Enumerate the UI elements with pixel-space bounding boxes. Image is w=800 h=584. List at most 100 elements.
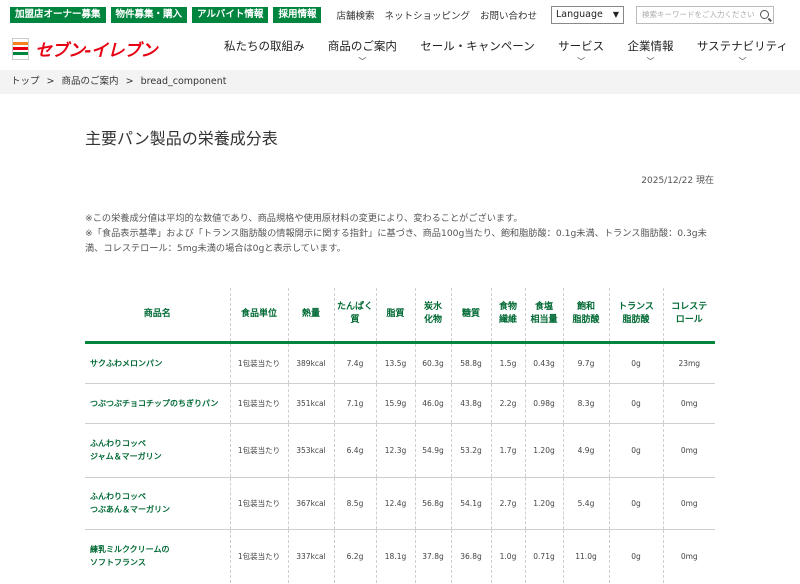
main-nav: 私たちの取組み 商品のご案内 ﹀ セール・キャンペーン サービス ﹀ 企業情報 …: [224, 38, 788, 66]
cell-cholesterol: 0mg: [663, 477, 715, 530]
chevron-down-icon: ﹀: [646, 57, 655, 66]
breadcrumb-current: bread_component: [140, 76, 227, 87]
cell-carbohydrate: 37.8g: [415, 529, 452, 583]
breadcrumb-separator: >: [125, 76, 134, 87]
cell-energy: 353kcal: [288, 423, 335, 478]
product-name-cell[interactable]: サクふわメロンパン: [85, 342, 231, 384]
cell-fiber: 1.5g: [491, 342, 526, 384]
nav-initiatives[interactable]: 私たちの取組み: [224, 38, 305, 66]
cell-salt: 0.98g: [525, 383, 564, 424]
cell-unit: 1包装当たり: [230, 342, 289, 384]
cell-fat: 13.5g: [376, 342, 416, 384]
franchise-owner-button[interactable]: 加盟店オーナー募集: [10, 7, 106, 23]
breadcrumb-top[interactable]: トップ: [11, 76, 40, 87]
cell-trans-fat: 0g: [609, 423, 664, 478]
breadcrumb-products[interactable]: 商品のご案内: [62, 76, 119, 87]
cell-carbohydrate: 60.3g: [415, 342, 452, 384]
header-energy: 熱量: [288, 288, 335, 344]
cell-unit: 1包装当たり: [230, 477, 289, 530]
header-fiber: 食物 繊維: [491, 288, 526, 344]
part-time-button[interactable]: アルバイト情報: [192, 7, 269, 23]
table-row: サクふわメロンパン 1包装当たり 389kcal 7.4g 13.5g 60.3g 58.8…: [85, 342, 715, 384]
cell-salt: 1.20g: [525, 423, 564, 478]
search-icon[interactable]: [760, 10, 769, 19]
cell-energy: 389kcal: [288, 342, 335, 384]
cell-carbohydrate: 54.9g: [415, 423, 452, 478]
cell-saturated-fat: 4.9g: [563, 423, 610, 478]
table-row: ふんわりコッペ つぶあん＆マーガリン 1包装当たり 367kcal 8.5g 12.4g 5…: [85, 477, 715, 530]
cell-protein: 8.5g: [334, 477, 377, 530]
nav-campaign[interactable]: セール・キャンペーン: [420, 38, 534, 66]
nav-label: サステナビリティ: [696, 39, 788, 53]
language-label: Language: [556, 9, 603, 20]
cell-saturated-fat: 8.3g: [563, 383, 610, 424]
table-row: ふんわりコッペ ジャム＆マーガリン 1包装当たり 353kcal 6.4g 12.3g 54…: [85, 423, 715, 478]
cell-unit: 1包装当たり: [230, 529, 289, 583]
page-title: 主要パン製品の栄養成分表: [85, 129, 278, 148]
search-input[interactable]: 検索キーワードをご入力ください: [636, 6, 774, 24]
header-carbohydrate: 炭水 化物: [415, 288, 452, 344]
cell-protein: 6.2g: [334, 529, 377, 583]
cell-energy: 337kcal: [288, 529, 335, 583]
cell-sugar: 58.8g: [451, 342, 492, 384]
as-of-date: 2025/12/22 現在: [641, 176, 714, 186]
chevron-down-icon: ▼: [612, 10, 619, 19]
nav-sustainability[interactable]: サステナビリティ ﹀: [697, 38, 788, 66]
chevron-down-icon: ﹀: [358, 57, 367, 66]
contact-link[interactable]: お問い合わせ: [480, 8, 537, 22]
note-average-values: ※この栄養成分値は平均的な数値であり、商品規格や使用原材料の変更により、変わるこ…: [85, 213, 523, 224]
nav-services[interactable]: サービス ﹀: [558, 38, 604, 66]
cell-protein: 7.4g: [334, 342, 377, 384]
site-logo[interactable]: セブン-イレブン: [12, 36, 158, 61]
product-name-cell[interactable]: ふんわりコッペ つぶあん＆マーガリン: [85, 477, 231, 530]
chevron-down-icon: ﹀: [577, 57, 586, 66]
product-name-cell[interactable]: ふんわりコッペ ジャム＆マーガリン: [85, 423, 231, 478]
cell-fiber: 2.2g: [491, 383, 526, 424]
cell-trans-fat: 0g: [609, 342, 664, 384]
breadcrumb: トップ > 商品のご案内 > bread_component: [0, 70, 800, 94]
cell-fiber: 2.7g: [491, 477, 526, 530]
nav-label: サービス: [558, 39, 605, 53]
cell-trans-fat: 0g: [609, 529, 664, 583]
cell-salt: 0.43g: [525, 342, 564, 384]
cell-saturated-fat: 11.0g: [563, 529, 610, 583]
cell-cholesterol: 0mg: [680, 551, 698, 561]
cell-sugar: 43.8g: [451, 383, 492, 424]
product-name-cell[interactable]: 練乳ミルククリームの ソフトフランス: [85, 529, 231, 583]
header-saturated-fat: 飽和 脂肪酸: [563, 288, 610, 344]
language-select[interactable]: Language ▼: [551, 6, 624, 24]
note-labeling-standard: ※「食品表示基準」および「トランス脂肪酸の情報開示に関する指針」に基づき、商品1…: [85, 228, 707, 254]
cell-fat: 12.4g: [376, 477, 416, 530]
search-placeholder: 検索キーワードをご入力ください: [642, 10, 755, 19]
cell-sugar: 36.8g: [451, 529, 492, 583]
header-unit: 食品単位: [230, 288, 289, 344]
recruit-button[interactable]: 採用情報: [273, 7, 322, 23]
utility-bar: 加盟店オーナー募集 物件募集・購入 アルバイト情報 採用情報 店舗検索 ネットシ…: [10, 6, 790, 24]
property-button[interactable]: 物件募集・購入: [110, 7, 188, 23]
nav-products[interactable]: 商品のご案内 ﹀: [328, 38, 397, 66]
nav-company[interactable]: 企業情報 ﹀: [628, 38, 674, 66]
cell-sugar: 54.1g: [451, 477, 492, 530]
cell-cholesterol: 0mg: [663, 383, 715, 424]
header-salt: 食塩 相当量: [525, 288, 564, 344]
cell-fat: 18.1g: [376, 529, 416, 583]
cell-saturated-fat: 9.7g: [563, 342, 610, 384]
header-product-name: 商品名: [85, 288, 231, 344]
cell-fat: 15.9g: [376, 383, 416, 424]
nav-spacer: [224, 56, 305, 66]
cell-sugar: 53.2g: [451, 423, 492, 478]
table-header-row: 商品名 食品単位 熱量 たんぱく質脂質 炭水 化物 糖質 食物 繊維 食塩 相当量 飽和 脂肪酸 トランス…: [85, 288, 715, 344]
cell-salt: 1.20g: [525, 477, 564, 530]
chevron-down-icon: ﹀: [738, 57, 747, 66]
store-search-link[interactable]: 店舗検索: [336, 8, 374, 22]
nav-label: 企業情報: [627, 39, 674, 53]
table-row: つぶつぶチョコチップのちぎりパン 1包装当たり 351kcal 7.1g 15.9g 46…: [85, 383, 715, 424]
cell-energy: 351kcal: [288, 383, 335, 424]
net-shopping-link[interactable]: ネットショッピング: [384, 8, 470, 22]
header-trans-fat: トランス 脂肪酸: [609, 288, 664, 344]
nutrition-table: 商品名 食品単位 熱量 たんぱく質脂質 炭水 化物 糖質 食物 繊維 食塩 相当量 飽和 脂肪酸 トランス…: [85, 288, 715, 583]
cell-saturated-fat: 5.4g: [563, 477, 610, 530]
cell-unit: 1包装当たり: [230, 423, 289, 478]
product-name-cell[interactable]: つぶつぶチョコチップのちぎりパン: [85, 383, 231, 424]
table-row: 練乳ミルククリームの ソフトフランス 1包装当たり 337kcal 6.2g 18.1g 3…: [85, 529, 715, 583]
